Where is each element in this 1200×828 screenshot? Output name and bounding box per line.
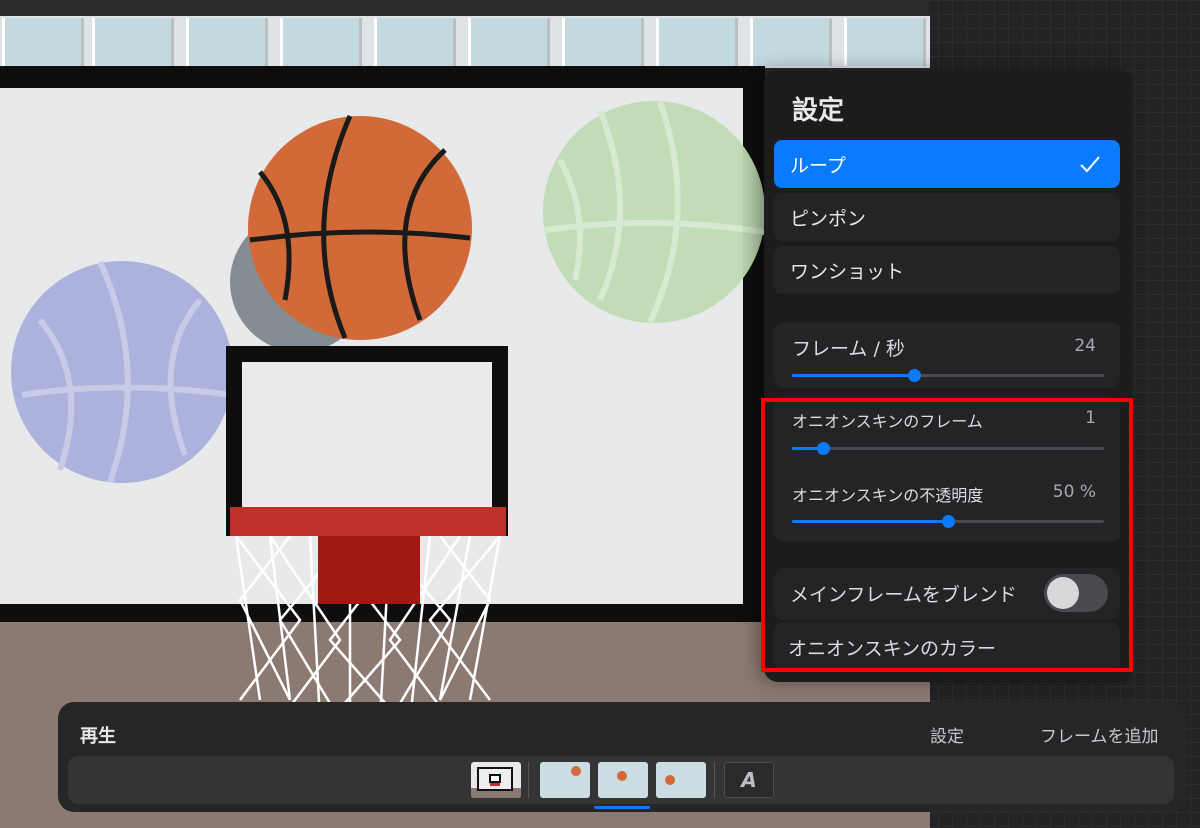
onion-opacity-value: 50 % (1052, 482, 1096, 502)
mode-pingpong-option[interactable]: ピンポン (774, 193, 1120, 241)
onion-frames-slider[interactable] (792, 442, 1104, 455)
onion-frames-label: オニオンスキンのフレーム (792, 412, 983, 431)
frame-strip: A (68, 756, 1174, 804)
onion-skin-ball-green (543, 100, 766, 324)
ball-thumbnail-icon (617, 771, 627, 781)
fps-group: フレーム / 秒 24 (774, 322, 1120, 388)
fps-slider-fill (792, 374, 914, 377)
fps-label: フレーム / 秒 (792, 338, 905, 360)
mode-loop-option[interactable]: ループ (774, 140, 1120, 188)
popover-title: 設定 (792, 96, 845, 126)
frame-thumbnail-3[interactable] (656, 762, 706, 798)
current-frame-indicator (594, 806, 650, 809)
mode-oneshot-label: ワンショット (790, 260, 905, 283)
checkmark-icon (1080, 156, 1100, 173)
onion-frames-slider-knob[interactable] (817, 442, 831, 455)
animation-timeline: 再生 設定 フレームを追加 A (58, 702, 1186, 812)
add-frame-button[interactable]: フレームを追加 (1040, 722, 1159, 747)
onion-opacity-slider[interactable] (792, 515, 1104, 528)
main-ball (248, 114, 472, 340)
frame-thumbnail-1[interactable] (540, 762, 590, 798)
onion-opacity-slider-knob[interactable] (942, 515, 955, 528)
mode-oneshot-option[interactable]: ワンショット (774, 246, 1120, 294)
blend-label: メインフレームをブレンド (790, 584, 1017, 606)
blend-toggle[interactable] (1044, 574, 1108, 612)
onion-skin-group: オニオンスキンのフレーム 1 オニオンスキンの不透明度 50 % (774, 396, 1120, 542)
onion-color-row[interactable]: オニオンスキンのカラー (774, 622, 1120, 672)
mode-pingpong-label: ピンポン (790, 207, 867, 230)
blend-toggle-knob (1047, 577, 1079, 609)
onion-opacity-label: オニオンスキンの不透明度 (792, 486, 984, 505)
mode-loop-label: ループ (790, 154, 846, 177)
frame-separator (528, 762, 529, 798)
onion-opacity-slider-fill (792, 520, 948, 523)
fps-value: 24 (1074, 336, 1096, 356)
ball-thumbnail-icon (571, 766, 581, 776)
blend-row: メインフレームをブレンド (774, 568, 1120, 620)
ball-thumbnail-icon (665, 775, 675, 785)
animation-settings-popover: 設定 ループ ピンポン ワンショット フレーム / 秒 24 オニオンスキンのフ… (764, 70, 1132, 682)
frame-thumbnail-2[interactable] (598, 762, 648, 798)
frame-separator (714, 762, 715, 798)
timeline-settings-button[interactable]: 設定 (930, 722, 964, 747)
onion-color-label: オニオンスキンのカラー (788, 638, 997, 660)
fps-slider[interactable] (792, 369, 1104, 382)
play-button[interactable]: 再生 (80, 722, 116, 748)
hoop-thumbnail-icon (471, 767, 521, 798)
onion-frames-value: 1 (1085, 408, 1096, 428)
frame-thumbnail-background[interactable] (471, 762, 521, 798)
fps-slider-knob[interactable] (907, 369, 921, 382)
add-text-frame-icon[interactable]: A (724, 762, 774, 798)
onion-skin-ball-blue (11, 260, 233, 484)
